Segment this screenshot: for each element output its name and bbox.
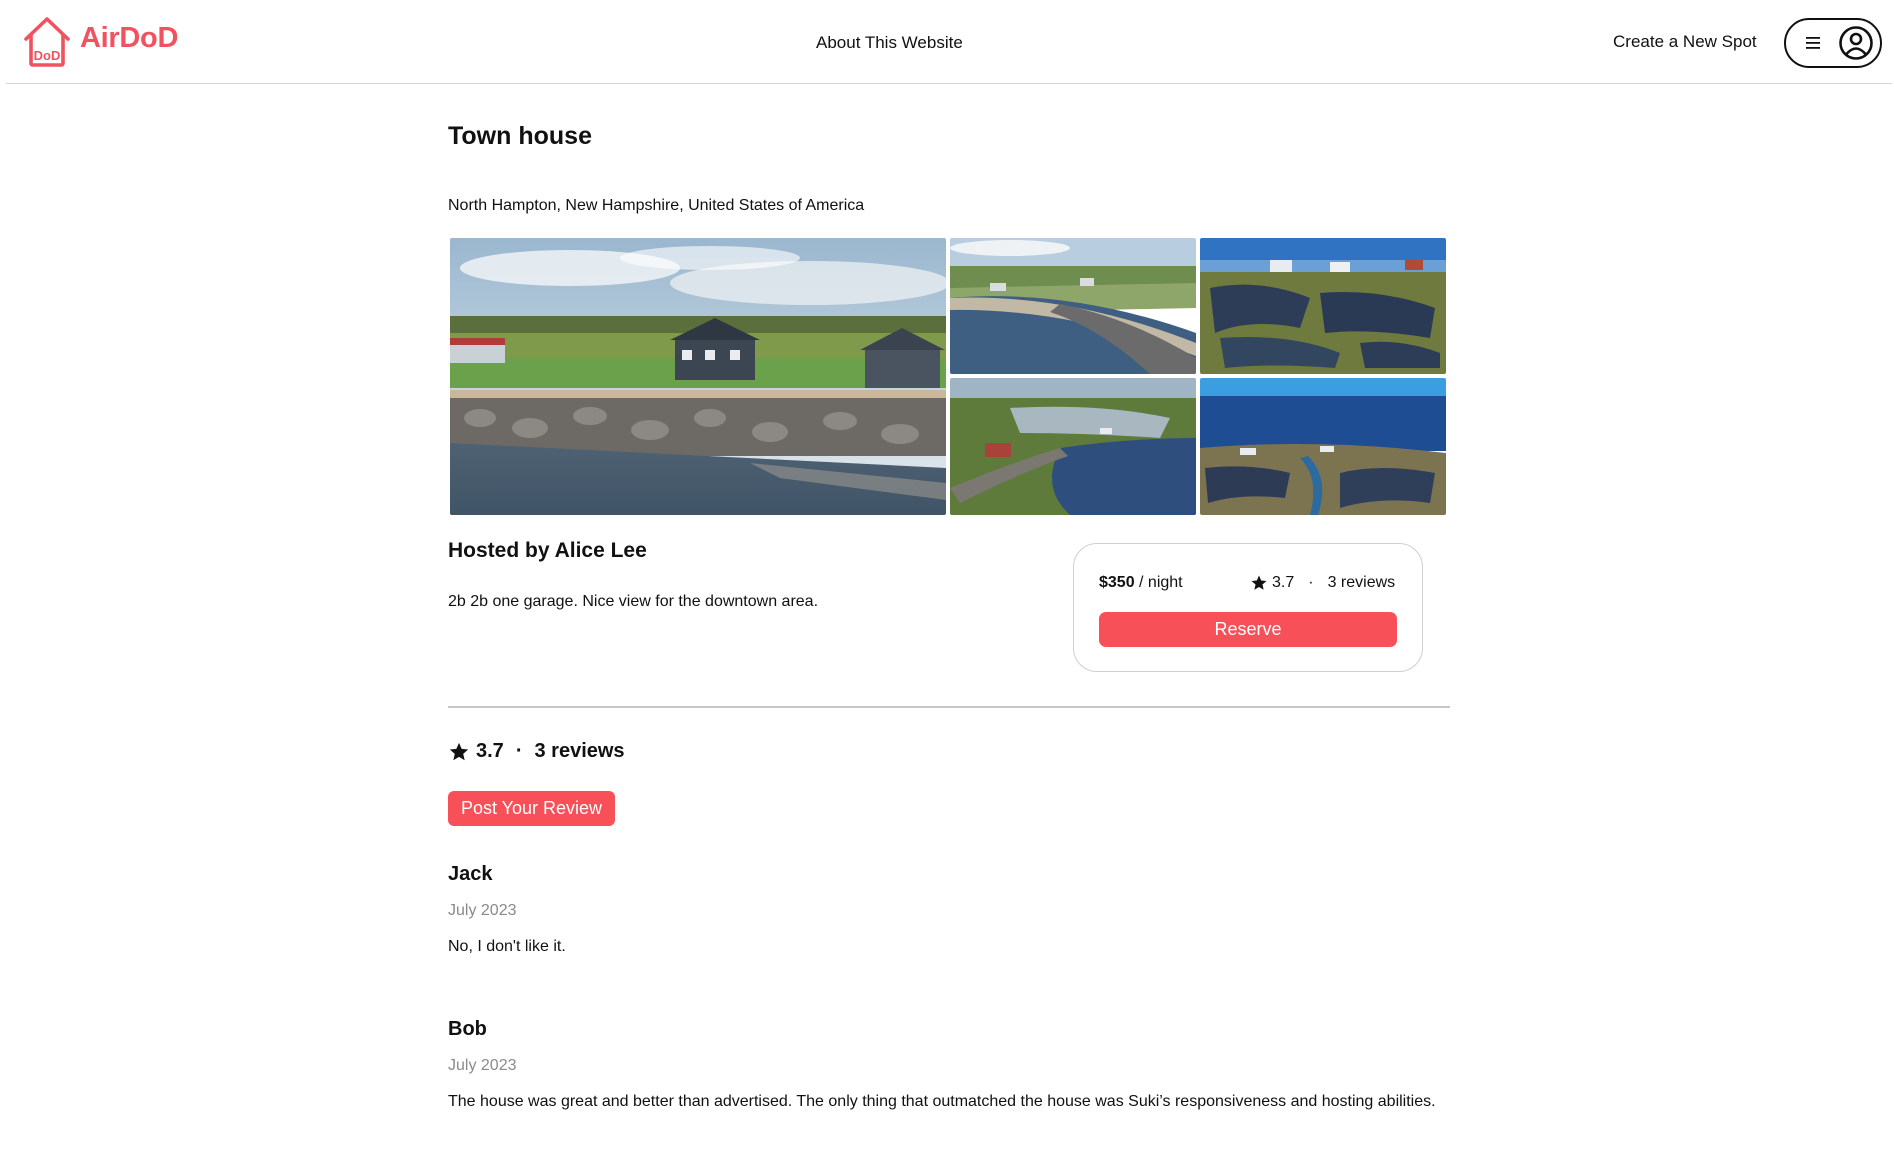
price-unit: / night <box>1134 574 1183 591</box>
review-date: July 2023 <box>448 902 517 919</box>
main-spot-image[interactable] <box>450 238 946 515</box>
star-icon <box>1251 575 1267 590</box>
nightly-price: $350 / night <box>1099 574 1183 592</box>
card-rating-value: 3.7 <box>1272 574 1295 591</box>
reviews-summary: 3.7 · 3 reviews <box>448 740 625 763</box>
review-item: Bob July 2023 The house was great and be… <box>448 1018 1436 1110</box>
reserve-button[interactable]: Reserve <box>1099 612 1397 647</box>
summary-separator: · <box>515 740 523 762</box>
spot-image-2[interactable] <box>950 238 1196 374</box>
spot-image-3[interactable] <box>1200 238 1446 374</box>
spot-description: 2b 2b one garage. Nice view for the down… <box>448 593 819 610</box>
profile-menu-button[interactable] <box>1784 18 1882 68</box>
logo-mark-text: DoD <box>34 48 61 63</box>
home-logo-link[interactable]: DoD AirDoD <box>22 14 178 68</box>
price-amount: $350 <box>1099 574 1135 591</box>
review-author: Bob <box>448 1018 487 1040</box>
spot-image-5[interactable] <box>1200 378 1446 515</box>
spot-title: Town house <box>448 122 592 150</box>
card-review-count: 3 reviews <box>1327 574 1396 591</box>
brand-name: AirDoD <box>80 21 179 54</box>
review-item: Jack July 2023 No, I don't like it. <box>448 863 566 955</box>
review-text: No, I don't like it. <box>448 938 566 955</box>
section-divider <box>448 706 1450 708</box>
host-heading: Hosted by Alice Lee <box>448 539 647 562</box>
user-circle-icon <box>1839 26 1873 60</box>
spot-image-4[interactable] <box>950 378 1196 515</box>
booking-card: $350 / night 3.7 · 3 reviews Reserve <box>1073 543 1423 672</box>
spot-location: North Hampton, New Hampshire, United Sta… <box>448 197 865 214</box>
review-author: Jack <box>448 863 493 885</box>
card-rating-separator: · <box>1308 574 1314 591</box>
summary-review-count: 3 reviews <box>534 740 625 762</box>
review-text: The house was great and better than adve… <box>448 1093 1436 1110</box>
review-date: July 2023 <box>448 1057 517 1074</box>
about-website-link[interactable]: About This Website <box>816 33 963 53</box>
summary-rating-value: 3.7 <box>476 740 504 762</box>
card-rating: 3.7 · 3 reviews <box>1250 574 1395 592</box>
house-logo-icon: DoD <box>24 17 70 67</box>
top-nav-bar: DoD AirDoD About This Website Create a N… <box>6 0 1892 84</box>
create-spot-link[interactable]: Create a New Spot <box>1613 32 1757 52</box>
star-icon <box>449 742 469 760</box>
hamburger-menu-icon <box>1806 37 1820 49</box>
post-review-button[interactable]: Post Your Review <box>448 791 615 826</box>
